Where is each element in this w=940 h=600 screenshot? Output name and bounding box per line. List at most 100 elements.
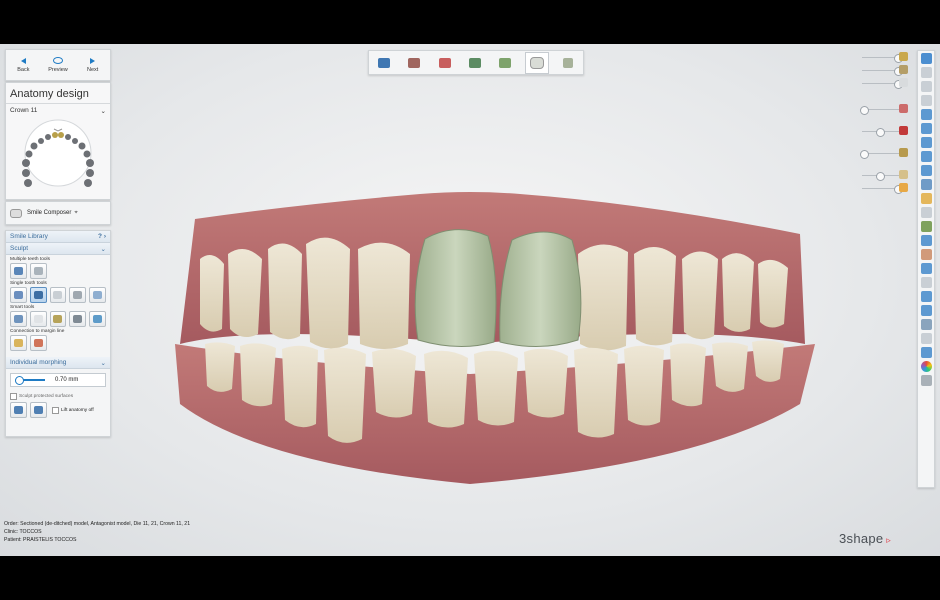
logo-triangle-icon: ▹ [883, 535, 892, 545]
help-icon[interactable]: ? › [98, 233, 106, 240]
smart-tool-2-button[interactable] [29, 311, 47, 327]
snapshot-icon[interactable] [920, 375, 932, 386]
coping-icon [468, 57, 481, 68]
red-tooth-icon [899, 126, 908, 135]
cement-step-button[interactable] [494, 53, 516, 73]
arrow-left-icon [20, 57, 26, 64]
finish-step-button[interactable] [557, 53, 579, 73]
copy-icon[interactable] [920, 137, 932, 148]
gum-icon [899, 104, 908, 113]
bite-icon[interactable] [920, 207, 932, 218]
slider-knob[interactable] [876, 128, 885, 137]
document-icon[interactable] [920, 151, 932, 162]
close-icon[interactable] [920, 53, 932, 64]
panel-title: Anatomy design [6, 83, 110, 104]
smile-composer-button[interactable]: Smile Composer ⌖ [5, 201, 111, 225]
pen-icon [378, 57, 391, 68]
application-window: Back Preview Next Anatomy design Crown 1… [0, 44, 940, 556]
antagonist-icon [899, 65, 908, 74]
margin-red-icon [34, 339, 43, 347]
redo-icon [34, 406, 43, 414]
crown-21[interactable] [499, 231, 582, 348]
model-view-icon[interactable] [920, 221, 932, 232]
view-toolbar [917, 50, 935, 488]
scale-icon [34, 267, 43, 275]
single-ruler-tool-button[interactable] [69, 287, 87, 303]
crown-11[interactable] [414, 229, 497, 348]
multi-move-tool-button[interactable] [10, 263, 27, 279]
smart-tool-5-button[interactable] [89, 311, 106, 327]
margin-connect-1-button[interactable] [10, 335, 27, 351]
order-info: Order: Sectioned (de-ditched) model, Ant… [4, 521, 191, 543]
single-wax-tool-button[interactable] [89, 287, 106, 303]
layers-icon[interactable] [920, 123, 932, 134]
fit-icon[interactable] [920, 165, 932, 176]
single-sculpt-tool-button[interactable] [29, 287, 47, 303]
face-icon[interactable] [920, 249, 932, 260]
chevron-down-icon: ⌄ [100, 108, 106, 115]
cloud-icon[interactable] [920, 235, 932, 246]
crown-selector[interactable]: Crown 11 ⌄ [6, 104, 110, 118]
tooth-icon [53, 291, 63, 299]
tooth-arch-selector[interactable] [16, 117, 100, 193]
smile-icon [10, 208, 22, 218]
chevron-down-icon: ⌄ [100, 359, 106, 367]
slider-value: 0.70 mm [55, 377, 79, 383]
sculpt-header[interactable]: Sculpt ⌄ [6, 243, 110, 255]
slider-knob[interactable] [860, 106, 869, 115]
eye-icon [53, 57, 63, 64]
crown-icon [899, 170, 908, 179]
measure-icon[interactable] [920, 179, 932, 190]
arrow-right-icon [90, 57, 96, 64]
thickness-slider[interactable]: 0.70 mm [10, 373, 106, 387]
preview-button[interactable]: Preview [41, 50, 76, 80]
smart-tool-1-button[interactable] [10, 311, 27, 327]
contacts-icon[interactable] [920, 305, 932, 316]
view-icon[interactable] [920, 109, 932, 120]
grid-icon[interactable] [920, 277, 932, 288]
back-button[interactable]: Back [6, 50, 41, 80]
model-icon [899, 52, 908, 61]
cement-icon [499, 57, 512, 68]
color-wheel-icon[interactable] [920, 361, 932, 372]
crown-finish-icon [562, 57, 573, 68]
sculpt-tools-panel: Smile Library ? › Sculpt ⌄ Multiple teet… [5, 230, 111, 437]
coping-step-button[interactable] [464, 53, 486, 73]
sculpt-knife-icon [33, 291, 43, 299]
insertion-step-button[interactable] [403, 53, 425, 73]
expand-icon[interactable] [920, 67, 932, 78]
smart-tool-4-button[interactable] [69, 311, 87, 327]
lift-anatomy-checkbox[interactable]: Lift anatomy off [50, 406, 94, 414]
scissors-icon [408, 57, 421, 68]
die-step-button[interactable] [434, 53, 456, 73]
undo-button[interactable] [10, 402, 27, 418]
workflow-toolbar [368, 50, 584, 75]
margin-connect-2-button[interactable] [30, 335, 47, 351]
anatomy-step-button[interactable] [524, 51, 549, 74]
single-move-tool-button[interactable] [10, 287, 27, 303]
camera-icon[interactable] [920, 291, 932, 302]
sculpt-protected-checkbox[interactable]: Sculpt protected surfaces [6, 391, 110, 402]
rotate-icon[interactable] [920, 81, 932, 92]
individual-morphing-header[interactable]: Individual morphing ⌄ [6, 357, 110, 369]
tooth-view-icon[interactable] [920, 347, 932, 358]
redo-button[interactable] [30, 402, 47, 418]
tooth-icon [529, 56, 544, 69]
single-tooth-tool-button[interactable] [49, 287, 67, 303]
slider-knob[interactable] [876, 172, 885, 181]
3d-viewport[interactable] [0, 44, 940, 556]
section-icon[interactable] [920, 193, 932, 204]
multi-scale-tool-button[interactable] [30, 263, 47, 279]
smart-tool-3-button[interactable] [49, 311, 67, 327]
chevron-down-icon: ⌄ [100, 245, 106, 253]
occlusion-icon[interactable] [920, 263, 932, 274]
slider-knob[interactable] [860, 150, 869, 159]
next-button[interactable]: Next [75, 50, 110, 80]
collapse-icon[interactable] [920, 333, 932, 344]
margin-step-button[interactable] [373, 53, 395, 73]
zoom-icon[interactable] [920, 95, 932, 106]
chevron-down-icon[interactable] [920, 319, 932, 330]
smile-library-header[interactable]: Smile Library ? › [6, 231, 110, 243]
cusp-icon [53, 315, 63, 323]
slider-fill [23, 379, 45, 381]
